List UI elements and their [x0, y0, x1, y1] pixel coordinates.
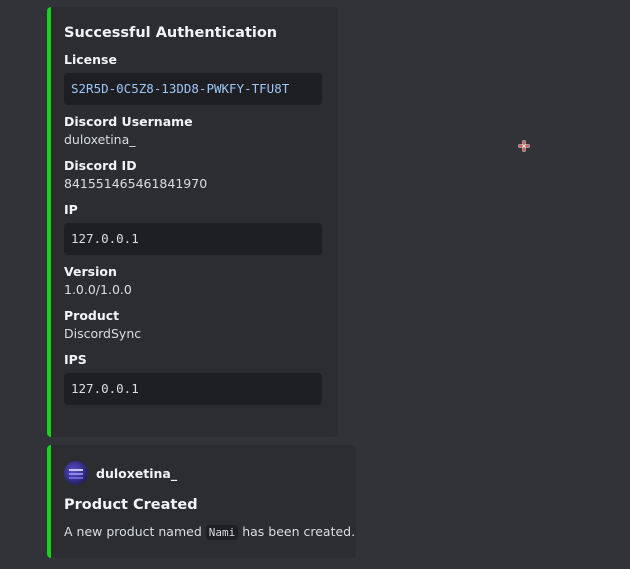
- field-name: Discord ID: [64, 158, 137, 173]
- product-name-code: Nami: [205, 525, 239, 540]
- ips-codeblock[interactable]: 127.0.0.1: [64, 373, 322, 405]
- field-version: Version 1.0.0/1.0.0: [64, 263, 324, 299]
- description-text: has been created.: [238, 524, 356, 539]
- description-text: A new product named: [64, 524, 206, 539]
- field-license: License S2R5D-0C5Z8-13DD8-PWKFY-TFU8T: [64, 51, 324, 105]
- field-name: License: [64, 52, 117, 67]
- field-name: IP: [64, 202, 78, 217]
- chat-view: Successful Authentication License S2R5D-…: [0, 0, 630, 569]
- author-name[interactable]: duloxetina_: [96, 466, 177, 481]
- embed-author: duloxetina_: [64, 461, 342, 485]
- field-value: duloxetina_: [64, 132, 136, 147]
- auth-embed: Successful Authentication License S2R5D-…: [47, 7, 338, 437]
- embed-description: A new product named Nami has been create…: [64, 523, 355, 542]
- field-name: Discord Username: [64, 114, 193, 129]
- ip-codeblock[interactable]: 127.0.0.1: [64, 223, 322, 255]
- field-product: Product DiscordSync: [64, 307, 324, 343]
- field-value: 841551465461841970: [64, 176, 208, 191]
- field-ip: IP 127.0.0.1: [64, 201, 324, 255]
- crosshair-cursor-icon: [518, 140, 530, 152]
- field-discord-id: Discord ID 841551465461841970: [64, 157, 324, 193]
- field-discord-username: Discord Username duloxetina_: [64, 113, 324, 149]
- field-value: DiscordSync: [64, 326, 142, 341]
- field-ips: IPS 127.0.0.1: [64, 351, 324, 405]
- user-avatar[interactable]: [64, 461, 88, 485]
- field-name: IPS: [64, 352, 87, 367]
- field-name: Version: [64, 264, 117, 279]
- field-name: Product: [64, 308, 120, 323]
- product-embed: duloxetina_ Product Created A new produc…: [47, 445, 356, 558]
- embed-title: Successful Authentication: [64, 25, 278, 41]
- license-codeblock[interactable]: S2R5D-0C5Z8-13DD8-PWKFY-TFU8T: [64, 73, 322, 105]
- field-value: 1.0.0/1.0.0: [64, 282, 132, 297]
- embed-title: Product Created: [64, 497, 198, 513]
